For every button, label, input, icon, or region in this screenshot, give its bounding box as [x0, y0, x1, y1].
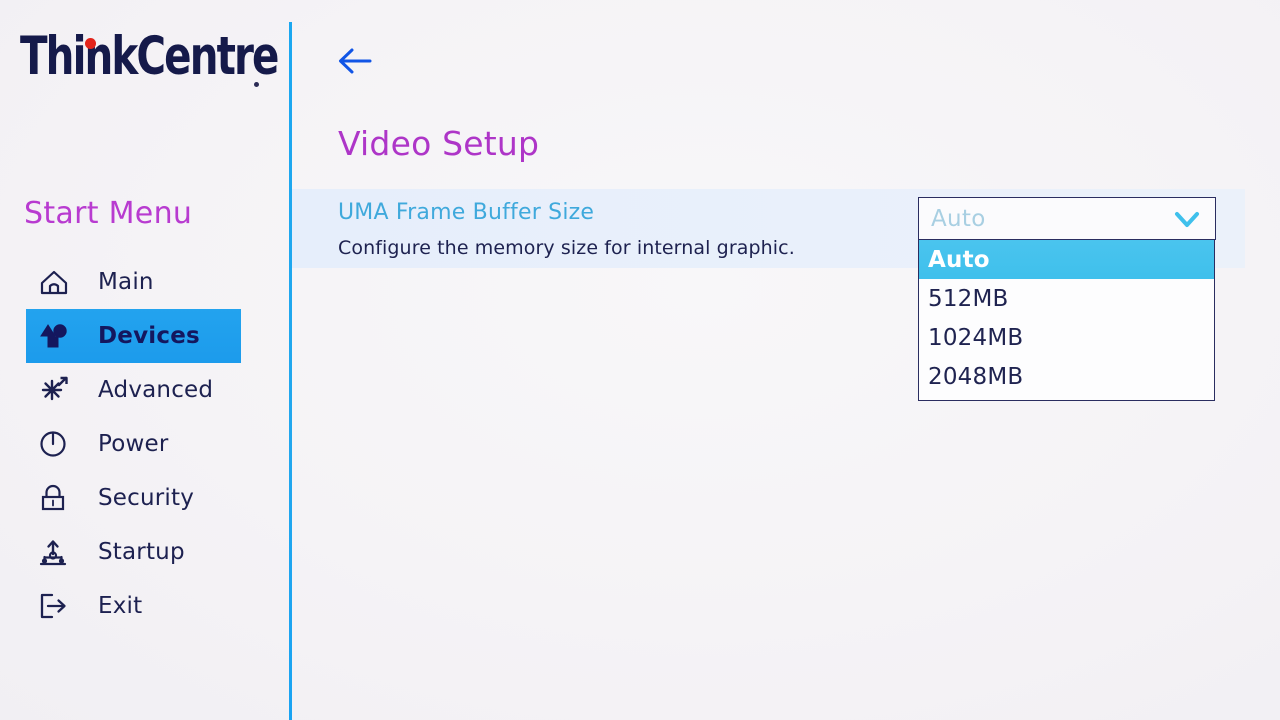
sidebar-item-startup[interactable]: Startup [26, 525, 241, 579]
sidebar-item-exit[interactable]: Exit [26, 579, 241, 633]
thinkcentre-logo: ThinkCentre [16, 20, 279, 92]
dropdown-option[interactable]: 1024MB [919, 318, 1214, 357]
dropdown-control[interactable]: Auto [918, 197, 1216, 240]
dropdown-option-list: Auto 512MB 1024MB 2048MB [918, 240, 1215, 401]
sidebar-item-label: Startup [98, 539, 185, 565]
vertical-divider [289, 22, 292, 720]
sidebar-item-devices[interactable]: Devices [26, 309, 241, 363]
bios-setup-screen: ThinkCentre Start Menu Main Devices Adva… [0, 0, 1280, 720]
sidebar-item-label: Advanced [98, 377, 214, 403]
sidebar-item-label: Devices [98, 323, 200, 349]
uma-frame-buffer-size-dropdown[interactable]: Auto Auto 512MB 1024MB 2048MB [918, 197, 1216, 401]
startup-icon [38, 535, 76, 569]
dropdown-selected-value: Auto [931, 205, 986, 232]
sidebar-title: Start Menu [24, 196, 193, 231]
setting-label: UMA Frame Buffer Size [338, 200, 595, 225]
chevron-down-icon[interactable] [1173, 210, 1201, 234]
sidebar-item-label: Power [98, 431, 169, 457]
lock-icon [38, 481, 76, 515]
logo-period-mark [254, 82, 259, 87]
dropdown-option[interactable]: 2048MB [919, 357, 1214, 396]
page-title: Video Setup [338, 124, 540, 163]
devices-icon [38, 319, 76, 353]
dropdown-option[interactable]: Auto [919, 240, 1214, 279]
dropdown-option[interactable]: 512MB [919, 279, 1214, 318]
sidebar-item-label: Security [98, 485, 195, 511]
exit-icon [38, 589, 76, 623]
back-arrow-icon[interactable] [336, 44, 374, 78]
setting-description: Configure the memory size for internal g… [338, 237, 795, 259]
sidebar-item-label: Main [98, 269, 154, 295]
home-icon [38, 265, 76, 299]
sidebar-item-security[interactable]: Security [26, 471, 241, 525]
logo-wordmark: ThinkCentre [20, 26, 279, 88]
advanced-icon [38, 373, 76, 407]
sidebar-item-label: Exit [98, 593, 143, 619]
sidebar-item-advanced[interactable]: Advanced [26, 363, 241, 417]
sidebar-item-power[interactable]: Power [26, 417, 241, 471]
sidebar-item-main[interactable]: Main [26, 255, 241, 309]
sidebar: Start Menu Main Devices Advanced Power S… [0, 196, 289, 633]
logo-red-dot-icon [85, 38, 96, 49]
power-icon [38, 427, 76, 461]
